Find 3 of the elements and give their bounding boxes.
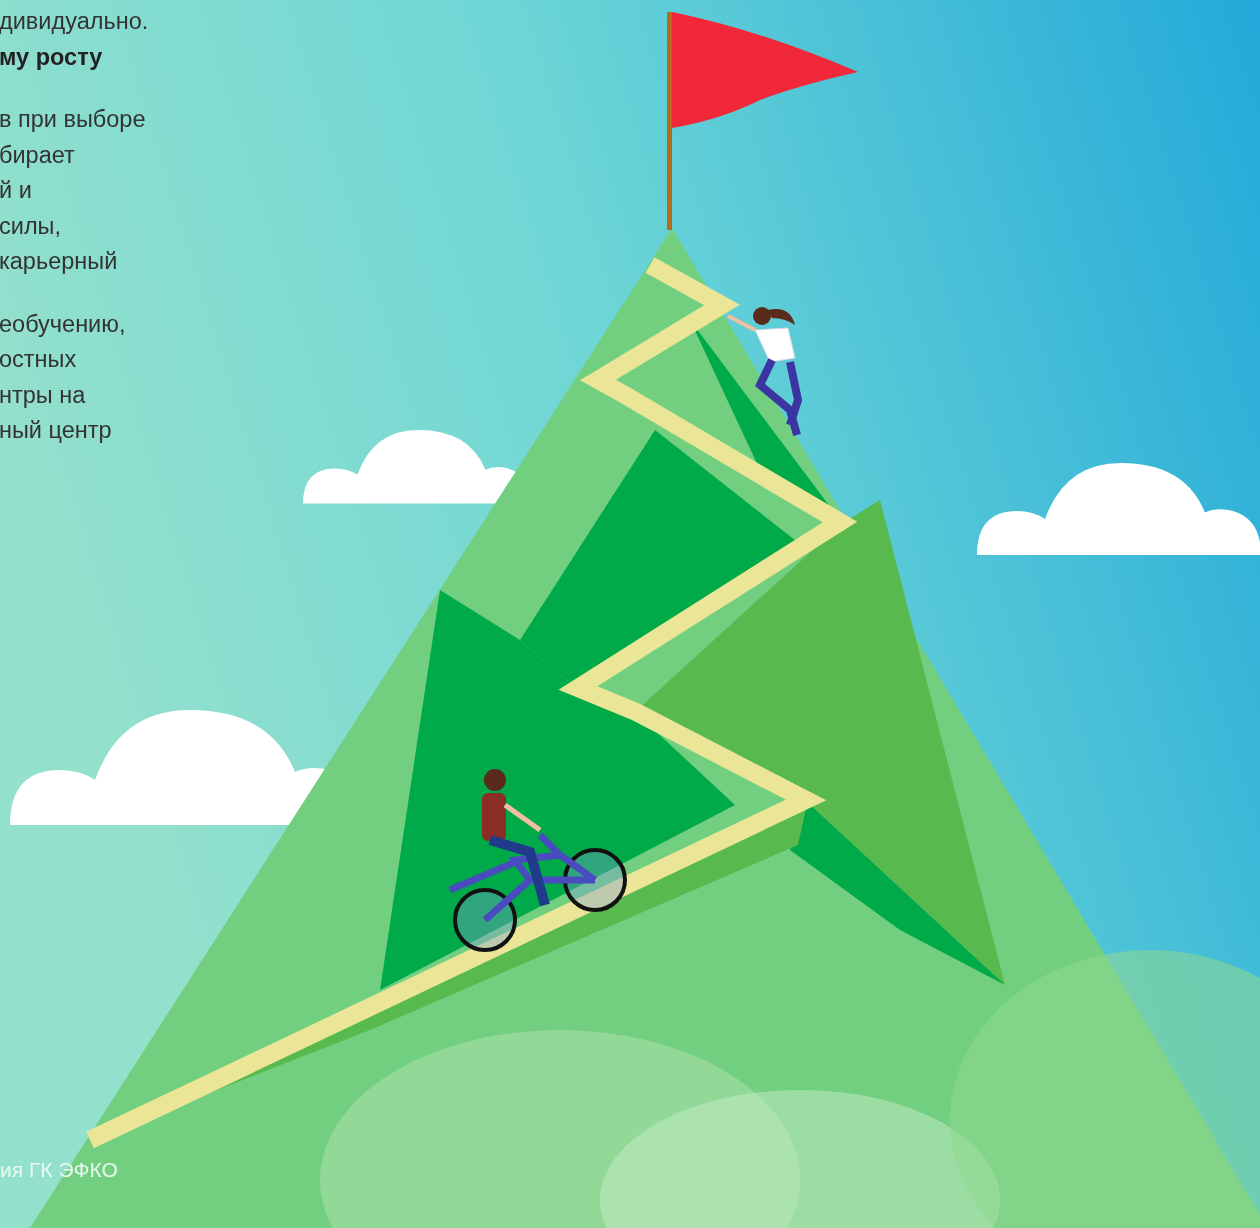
paragraph-text: еобучению, остных нтры на ный центр bbox=[0, 309, 126, 445]
paragraph-text: в при выборе бирает й и силы, карьерный bbox=[0, 105, 146, 276]
paragraph-text: дивидуально. му росту bbox=[0, 7, 149, 72]
